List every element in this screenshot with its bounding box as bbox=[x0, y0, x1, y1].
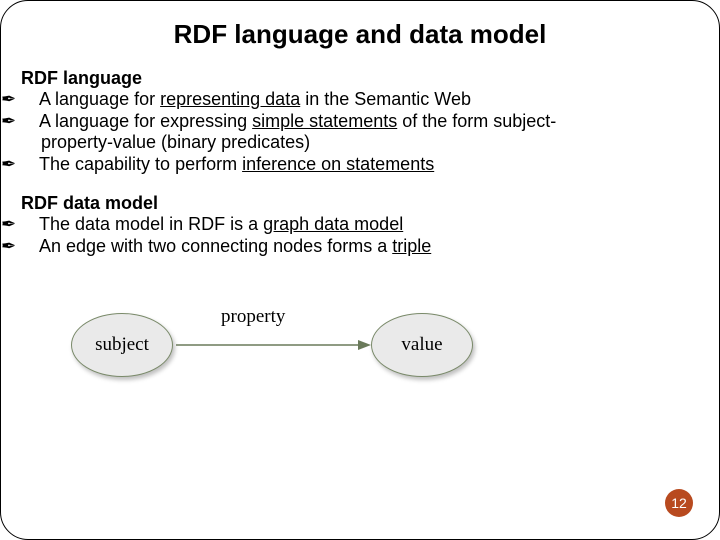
text: A language for bbox=[39, 89, 160, 109]
diagram-node-subject: subject bbox=[71, 313, 173, 377]
list-item-continuation: property-value (binary predicates) bbox=[21, 132, 699, 154]
slide-title: RDF language and data model bbox=[21, 19, 699, 50]
bullet-icon: ✒ bbox=[21, 154, 39, 176]
section-heading-rdf-language: RDF language bbox=[21, 68, 699, 89]
diagram-node-value: value bbox=[371, 313, 473, 377]
list-item: ✒The data model in RDF is a graph data m… bbox=[21, 214, 699, 236]
slide-frame: RDF language and data model RDF language… bbox=[0, 0, 720, 540]
text-underlined: representing data bbox=[160, 89, 300, 109]
text: A language for expressing bbox=[39, 111, 252, 131]
bullet-icon: ✒ bbox=[21, 111, 39, 133]
text-underlined: inference on statements bbox=[242, 154, 434, 174]
diagram-arrow bbox=[176, 344, 366, 346]
section-heading-rdf-data-model: RDF data model bbox=[21, 193, 699, 214]
bullet-icon: ✒ bbox=[21, 236, 39, 258]
bullet-list-rdf-language: ✒A language for representing data in the… bbox=[21, 89, 699, 175]
text-underlined: triple bbox=[392, 236, 431, 256]
text: in the Semantic Web bbox=[300, 89, 471, 109]
list-item: ✒A language for expressing simple statem… bbox=[21, 111, 699, 133]
text: The capability to perform bbox=[39, 154, 242, 174]
text-underlined: graph data model bbox=[263, 214, 403, 234]
text: of the form subject- bbox=[397, 111, 556, 131]
bullet-list-rdf-data-model: ✒The data model in RDF is a graph data m… bbox=[21, 214, 699, 257]
list-item: ✒A language for representing data in the… bbox=[21, 89, 699, 111]
text-underlined: simple statements bbox=[252, 111, 397, 131]
list-item: ✒The capability to perform inference on … bbox=[21, 154, 699, 176]
page-number-badge: 12 bbox=[665, 489, 693, 517]
text: An edge with two connecting nodes forms … bbox=[39, 236, 392, 256]
bullet-icon: ✒ bbox=[21, 89, 39, 111]
bullet-icon: ✒ bbox=[21, 214, 39, 236]
list-item: ✒An edge with two connecting nodes forms… bbox=[21, 236, 699, 258]
text: The data model in RDF is a bbox=[39, 214, 263, 234]
diagram-edge-label: property bbox=[221, 306, 285, 328]
arrow-icon bbox=[176, 337, 371, 353]
triple-diagram: subject property value bbox=[71, 288, 699, 398]
